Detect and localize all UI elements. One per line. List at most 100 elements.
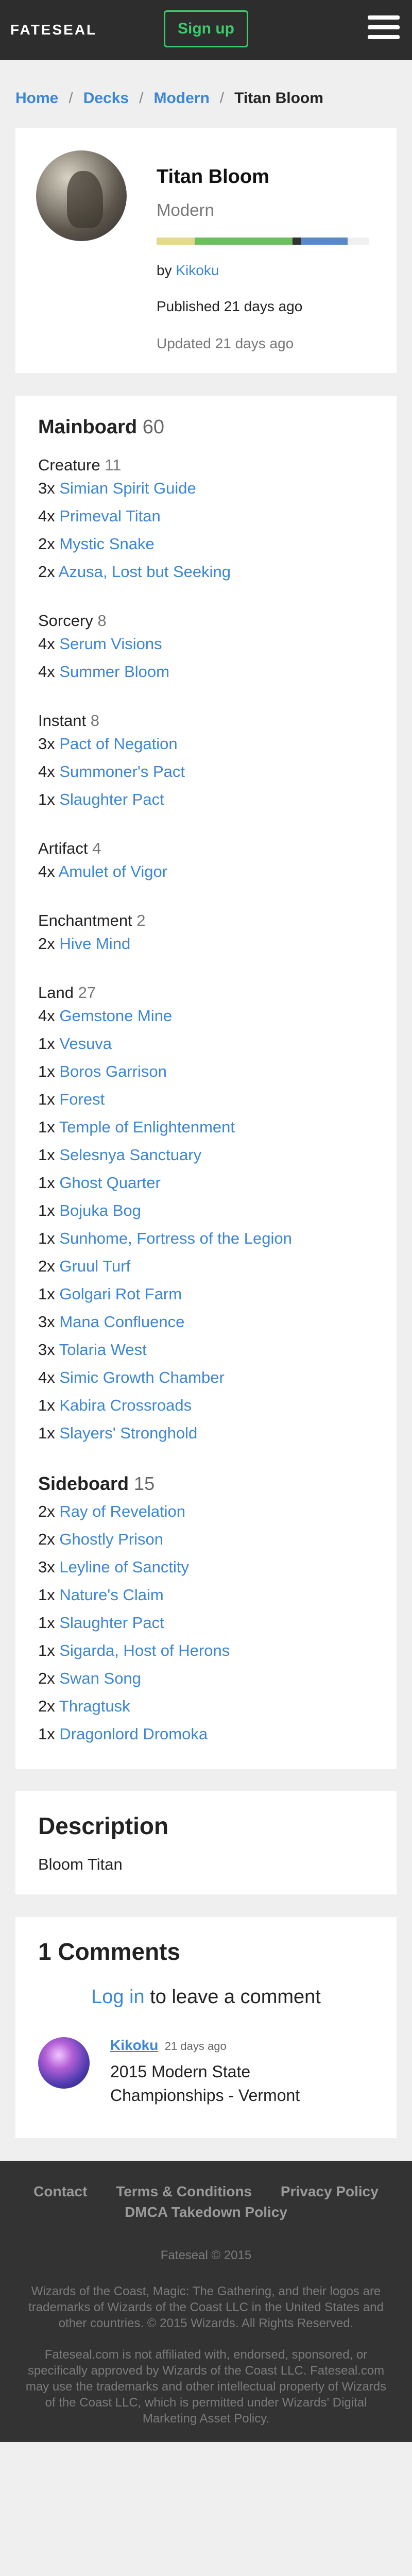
card-name-link[interactable]: Temple of Enlightenment [59,1118,235,1136]
card-quantity: 1x [38,1035,60,1053]
breadcrumb-format[interactable]: Modern [153,90,209,107]
card-name-link[interactable]: Azusa, Lost but Seeking [59,563,231,581]
list-item: 1x Selesnya Sanctuary [38,1141,374,1169]
card-quantity: 2x [38,1697,59,1715]
list-item: 1x Vesuva [38,1030,374,1058]
card-name-link[interactable]: Swan Song [59,1669,141,1687]
mainboard-title: Mainboard 60 [38,416,374,438]
breadcrumb-home[interactable]: Home [15,90,58,107]
login-suffix: to leave a comment [144,1986,321,2008]
card-name-link[interactable]: Gruul Turf [59,1257,130,1275]
card-name-link[interactable]: Primeval Titan [59,507,160,525]
breadcrumb-separator: / [139,90,144,107]
card-type-label: Enchantment [38,911,137,929]
card-name-link[interactable]: Gemstone Mine [59,1007,172,1025]
card-name-link[interactable]: Boros Garrison [59,1062,166,1080]
list-item: 1x Sigarda, Host of Herons [38,1637,374,1665]
deck-art-image [36,150,127,241]
card-type-label: Instant [38,711,91,730]
deck-header-card: Titan Bloom Modern by Kikoku Published 2… [15,128,397,373]
deck-author-link[interactable]: Kikoku [176,262,219,278]
card-name-link[interactable]: Vesuva [59,1035,112,1053]
card-name-link[interactable]: Dragonlord Dromoka [59,1725,208,1743]
card-name-link[interactable]: Thragtusk [59,1697,130,1715]
card-name-link[interactable]: Golgari Rot Farm [59,1285,182,1303]
card-quantity: 1x [38,1285,60,1303]
card-type-group: Creature 11 3x Simian Spirit Guide 4x Prim… [38,456,374,586]
mainboard-groups: Creature 11 3x Simian Spirit Guide 4x Prim… [38,456,374,1447]
card-name-link[interactable]: Amulet of Vigor [59,862,167,880]
list-item: 1x Slaughter Pact [38,1609,374,1637]
list-item: 1x Dragonlord Dromoka [38,1720,374,1748]
card-name-link[interactable]: Summer Bloom [59,663,169,681]
footer-link-privacy[interactable]: Privacy Policy [281,2183,379,2199]
card-name-link[interactable]: Serum Visions [59,635,162,653]
list-item: 1x Slaughter Pact [38,786,374,814]
login-link[interactable]: Log in [91,1986,145,2008]
breadcrumb-separator: / [219,90,225,107]
card-name-link[interactable]: Summoner's Pact [59,762,185,781]
list-item: 2x Thragtusk [38,1692,374,1720]
footer-links: Contact Terms & Conditions Privacy Polic… [21,2181,391,2223]
list-item: 1x Kabira Crossroads [38,1392,374,1419]
list-item: 1x Sunhome, Fortress of the Legion [38,1225,374,1252]
card-type-heading: Sorcery 8 [38,612,374,630]
decklist-card: Mainboard 60 Creature 11 3x Simian Spirit… [15,396,397,1769]
deck-title: Titan Bloom [157,166,269,188]
description-card: Description Bloom Titan [15,1791,397,1894]
list-item: 2x Mystic Snake [38,530,374,558]
card-name-link[interactable]: Ghost Quarter [59,1174,160,1192]
card-name-link[interactable]: Kabira Crossroads [59,1396,192,1414]
card-type-count: 2 [136,911,146,929]
card-name-link[interactable]: Pact of Negation [59,735,177,753]
color-segment [157,238,195,245]
card-quantity: 2x [38,1257,60,1275]
card-name-link[interactable]: Simian Spirit Guide [59,479,196,497]
card-name-link[interactable]: Mana Confluence [59,1313,184,1331]
card-name-link[interactable]: Ghostly Prison [59,1530,163,1548]
sideboard-list: 2x Ray of Revelation 2x Ghostly Prison 3x … [38,1498,374,1748]
list-item: 1x Nature's Claim [38,1581,374,1609]
breadcrumb-decks[interactable]: Decks [83,90,129,107]
card-name-link[interactable]: Mystic Snake [59,535,154,553]
card-quantity: 4x [38,663,60,681]
list-item: 2x Swan Song [38,1665,374,1692]
card-name-link[interactable]: Tolaria West [59,1341,147,1359]
list-item: 4x Primeval Titan [38,502,374,530]
comment-author-link[interactable]: Kikoku [110,2037,158,2053]
card-name-link[interactable]: Simic Growth Chamber [59,1368,224,1386]
list-item: 1x Golgari Rot Farm [38,1280,374,1308]
footer-link-contact[interactable]: Contact [33,2183,87,2199]
card-quantity: 2x [38,535,60,553]
color-segment [301,238,348,245]
card-name-link[interactable]: Selesnya Sanctuary [59,1146,201,1164]
card-quantity: 1x [38,1614,60,1632]
footer-link-dmca[interactable]: DMCA Takedown Policy [125,2204,287,2220]
card-type-group: Enchantment 2 2x Hive Mind [38,911,374,958]
card-name-link[interactable]: Hive Mind [59,935,130,953]
footer-link-terms[interactable]: Terms & Conditions [116,2183,252,2199]
card-type-heading: Enchantment 2 [38,911,374,930]
card-type-group: Land 27 4x Gemstone Mine 1x Vesuva 1x Boros… [38,984,374,1447]
card-name-link[interactable]: Bojuka Bog [59,1201,141,1219]
card-quantity: 2x [38,563,59,581]
card-type-label: Land [38,984,78,1002]
hamburger-menu-icon[interactable] [368,15,400,39]
sideboard-count: 15 [134,1473,155,1494]
card-quantity: 4x [38,1007,60,1025]
card-name-link[interactable]: Ray of Revelation [59,1502,185,1520]
card-name-link[interactable]: Forest [59,1090,105,1108]
card-name-link[interactable]: Sigarda, Host of Herons [59,1641,230,1659]
site-logo[interactable]: FATESEAL [10,22,97,38]
card-quantity: 2x [38,1669,60,1687]
avatar[interactable] [38,2037,90,2089]
card-name-link[interactable]: Sunhome, Fortress of the Legion [59,1229,291,1247]
card-quantity: 3x [38,1558,60,1576]
card-name-link[interactable]: Slaughter Pact [59,790,164,808]
signup-button[interactable]: Sign up [164,10,248,47]
card-name-link[interactable]: Nature's Claim [59,1586,163,1604]
card-name-link[interactable]: Slaughter Pact [59,1614,164,1632]
card-name-link[interactable]: Slayers' Stronghold [59,1424,197,1442]
card-name-link[interactable]: Leyline of Sanctity [59,1558,189,1576]
description-text: Bloom Titan [38,1855,123,1873]
